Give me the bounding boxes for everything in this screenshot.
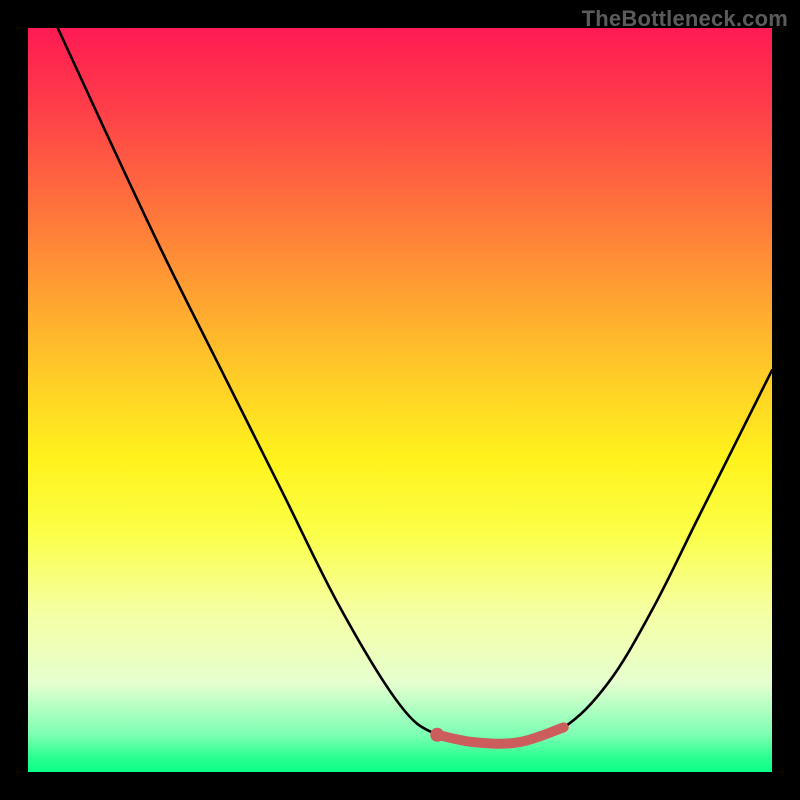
chart-area — [28, 28, 772, 772]
chart-svg — [28, 28, 772, 772]
black-curve — [58, 28, 772, 744]
highlight-dot — [430, 728, 444, 742]
highlight-curve — [437, 727, 564, 743]
watermark-text: TheBottleneck.com — [582, 6, 788, 32]
